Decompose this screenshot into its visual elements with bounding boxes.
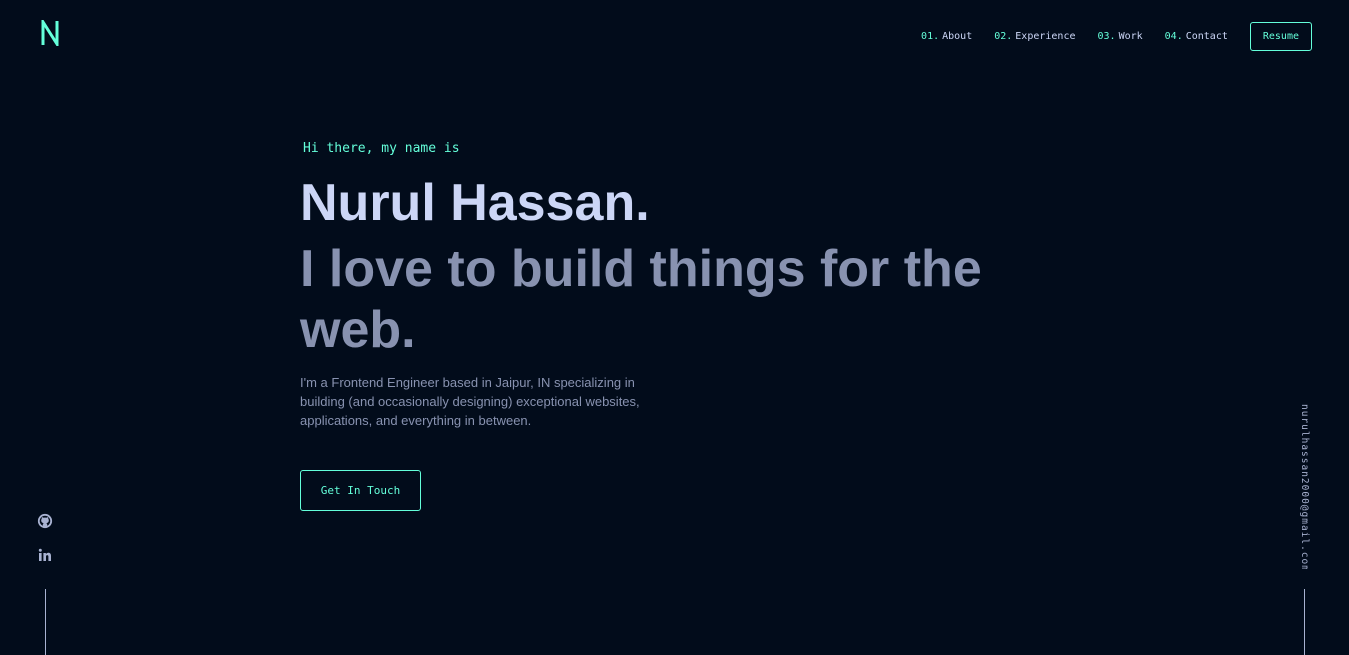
github-link[interactable] — [36, 512, 54, 530]
hero-name: Nurul Hassan. — [300, 174, 650, 232]
nav-item-label: Experience — [1015, 31, 1076, 42]
linkedin-icon — [38, 548, 51, 561]
right-divider-line — [1304, 589, 1305, 655]
logo-n-icon — [41, 20, 59, 46]
resume-button[interactable]: Resume — [1249, 22, 1312, 51]
email-link[interactable]: nurulhassan2000@gmail.com — [1296, 404, 1310, 569]
hero-tagline: I love to build things for the web. — [300, 240, 982, 359]
hero-greeting: Hi there, my name is — [303, 141, 460, 156]
nav-item-about[interactable]: 01. About — [921, 31, 972, 42]
main-nav: 01. About 02. Experience 03. Work 04. Contac… — [921, 22, 1312, 51]
social-links — [36, 512, 54, 580]
left-divider-line — [45, 589, 46, 655]
nav-item-contact[interactable]: 04. Contact — [1165, 31, 1228, 42]
nav-item-experience[interactable]: 02. Experience — [994, 31, 1075, 42]
hero-bio: I'm a Frontend Engineer based in Jaipur,… — [300, 375, 640, 428]
get-in-touch-button[interactable]: Get In Touch — [300, 470, 421, 511]
nav-item-number: 02. — [994, 31, 1013, 42]
logo[interactable] — [40, 20, 60, 46]
nav-item-number: 04. — [1164, 31, 1183, 42]
github-icon — [37, 513, 53, 529]
nav-item-label: Work — [1118, 31, 1143, 42]
nav-item-label: Contact — [1185, 31, 1228, 42]
nav-item-number: 01. — [921, 31, 940, 42]
nav-item-label: About — [942, 31, 973, 42]
nav-item-number: 03. — [1097, 31, 1116, 42]
linkedin-link[interactable] — [36, 546, 54, 564]
nav-item-work[interactable]: 03. Work — [1098, 31, 1143, 42]
